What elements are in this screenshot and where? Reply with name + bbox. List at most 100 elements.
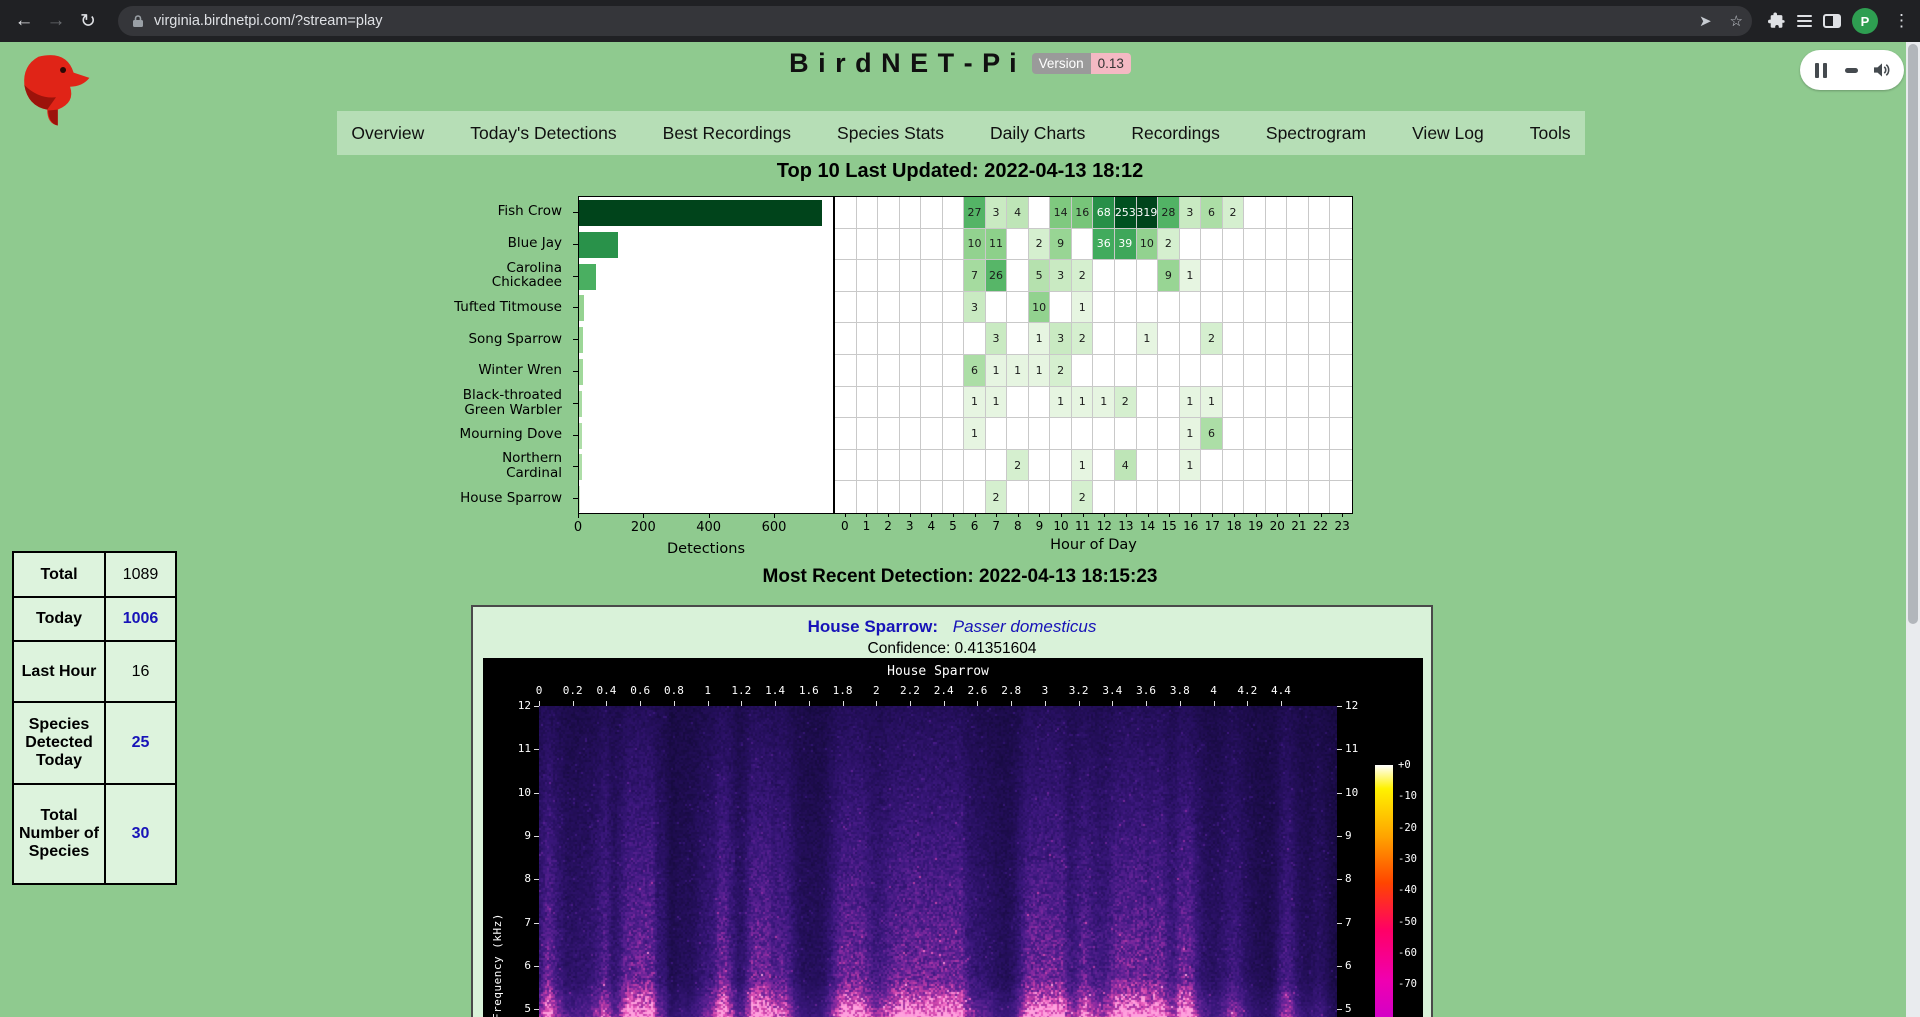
- freq-tick-label-right: 12: [1345, 699, 1358, 712]
- time-tick-label: 0.6: [630, 684, 650, 697]
- profile-avatar[interactable]: P: [1852, 8, 1878, 34]
- heatmap-cell: [1266, 260, 1288, 292]
- forward-icon[interactable]: →: [40, 5, 72, 37]
- heatmap-cell: [900, 260, 922, 292]
- colorbar-tick-label: -30: [1398, 853, 1417, 865]
- time-tick-label: 2.4: [934, 684, 954, 697]
- heatmap-cell: [1266, 292, 1288, 324]
- stats-value-total-number-of-species[interactable]: 30: [105, 784, 176, 884]
- heatmap-cell: [835, 387, 857, 419]
- extensions-icon[interactable]: [1768, 12, 1786, 30]
- heatmap-cell: [1244, 323, 1266, 355]
- browser-menu-icon[interactable]: ⋮: [1889, 11, 1914, 31]
- hour-axis-tick: [1256, 514, 1257, 517]
- hourly-heatmap: 2734141668253319283621011293639102726532…: [834, 196, 1353, 514]
- time-tick-label: 4: [1210, 684, 1217, 697]
- heatmap-cell: [900, 450, 922, 482]
- nav-item-overview[interactable]: Overview: [351, 123, 424, 144]
- nav-item-daily-charts[interactable]: Daily Charts: [990, 123, 1085, 144]
- heatmap-cell: [1137, 450, 1159, 482]
- url-bar[interactable]: virginia.birdnetpi.com/?stream=play ➤ ☆: [118, 6, 1752, 36]
- time-tick-label: 1.8: [833, 684, 853, 697]
- hour-axis-tick-label: 4: [927, 519, 935, 533]
- heatmap-cell: 2: [1072, 260, 1094, 292]
- freq-tick: [534, 923, 539, 924]
- heatmap-cell: [943, 229, 965, 261]
- heatmap-cell: [964, 323, 986, 355]
- heatmap-cell: [921, 481, 943, 513]
- heatmap-cell: [1330, 450, 1352, 482]
- bar-axis-tick-label: 400: [696, 520, 721, 535]
- freq-tick-label-right: 11: [1345, 742, 1358, 755]
- stats-row-total-number-of-species: Total Number of Species30: [13, 784, 176, 884]
- bookmark-star-icon[interactable]: ☆: [1730, 12, 1743, 30]
- heatmap-cell: [1309, 292, 1331, 324]
- nav-item-spectrogram[interactable]: Spectrogram: [1266, 123, 1366, 144]
- nav-item-tools[interactable]: Tools: [1530, 123, 1571, 144]
- page-title: B i r d N E T - P i: [789, 48, 1018, 79]
- hour-axis-tick-label: 12: [1097, 519, 1112, 533]
- nav-item-best-recordings[interactable]: Best Recordings: [663, 123, 791, 144]
- heatmap-cell: [1137, 292, 1159, 324]
- stats-value-today[interactable]: 1006: [105, 597, 176, 641]
- scientific-name-link[interactable]: Passer domesticus: [953, 617, 1097, 636]
- y-axis-tick: [573, 371, 578, 372]
- nav-item-species-stats[interactable]: Species Stats: [837, 123, 944, 144]
- heatmap-cell: 36: [1093, 229, 1115, 261]
- send-icon[interactable]: ➤: [1699, 12, 1712, 30]
- scrollbar[interactable]: [1906, 42, 1920, 1017]
- volume-icon[interactable]: [1873, 62, 1891, 78]
- heatmap-cell: 26: [986, 260, 1008, 292]
- version-value: 0.13: [1091, 53, 1131, 75]
- heatmap-cell: 14: [1050, 197, 1072, 229]
- scrollbar-thumb[interactable]: [1908, 44, 1918, 624]
- species-link[interactable]: House Sparrow:: [808, 617, 938, 636]
- reload-icon[interactable]: ↻: [72, 5, 104, 37]
- heatmap-cell: [1115, 481, 1137, 513]
- heatmap-cell: [943, 292, 965, 324]
- heatmap-cell: 10: [1137, 229, 1159, 261]
- heatmap-cell: [1309, 387, 1331, 419]
- lock-icon[interactable]: [132, 14, 144, 28]
- hour-axis-tick: [1126, 514, 1127, 517]
- extension-lines-icon[interactable]: [1797, 15, 1812, 27]
- freq-tick: [534, 836, 539, 837]
- heatmap-cell: [1223, 418, 1245, 450]
- heatmap-cell: [1137, 355, 1159, 387]
- heatmap-cell: 1: [964, 418, 986, 450]
- audio-player[interactable]: [1800, 50, 1904, 90]
- heatmap-cell: [900, 355, 922, 387]
- nav-item-today-s-detections[interactable]: Today's Detections: [470, 123, 616, 144]
- url-text[interactable]: virginia.birdnetpi.com/?stream=play: [154, 13, 382, 29]
- spectrogram: House Sparrow 00.20.40.60.811.21.41.61.8…: [483, 658, 1423, 1017]
- hour-axis-tick-label: 17: [1205, 519, 1220, 533]
- pause-icon[interactable]: [1813, 63, 1829, 78]
- heatmap-cell: [1330, 323, 1352, 355]
- heatmap-cell: [1287, 481, 1309, 513]
- browser-actions: P ⋮: [1768, 0, 1914, 42]
- heatmap-cell: [1093, 481, 1115, 513]
- recent-detection-value: 2022-04-13 18:15:23: [979, 566, 1158, 587]
- side-panel-icon[interactable]: [1823, 14, 1841, 28]
- player-scrubber[interactable]: [1845, 68, 1858, 73]
- heatmap-cell: [1287, 355, 1309, 387]
- detection-bar-tufted-titmouse: [579, 295, 584, 321]
- heatmap-cell: [1158, 387, 1180, 419]
- stats-row-today: Today1006: [13, 597, 176, 641]
- time-tick: [1079, 701, 1080, 706]
- heatmap-cell: [1266, 197, 1288, 229]
- time-tick-label: 0: [536, 684, 543, 697]
- heatmap-cell: [1287, 229, 1309, 261]
- stats-value-species-detected-today[interactable]: 25: [105, 702, 176, 784]
- heatmap-cell: [1115, 292, 1137, 324]
- version-label: Version: [1032, 53, 1091, 75]
- nav-item-recordings[interactable]: Recordings: [1131, 123, 1220, 144]
- nav-item-view-log[interactable]: View Log: [1412, 123, 1484, 144]
- back-icon[interactable]: ←: [8, 5, 40, 37]
- hour-axis-tick: [866, 514, 867, 517]
- heatmap-cell: [900, 323, 922, 355]
- heatmap-cell: [1093, 260, 1115, 292]
- heatmap-cell: [1093, 355, 1115, 387]
- hour-axis-tick: [1104, 514, 1105, 517]
- time-tick: [775, 701, 776, 706]
